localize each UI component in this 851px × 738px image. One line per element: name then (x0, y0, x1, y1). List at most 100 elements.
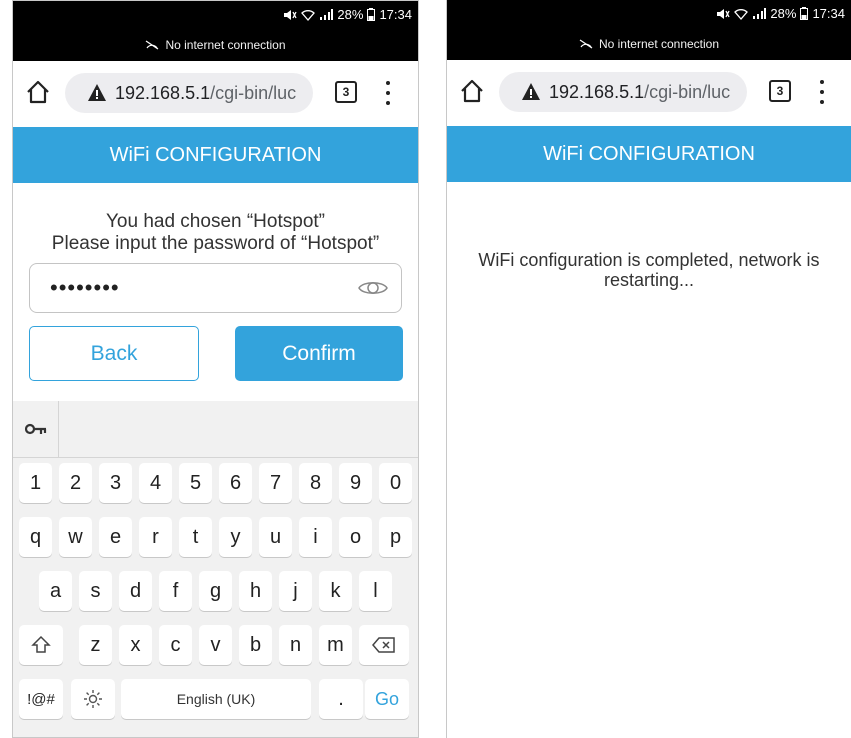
backspace-key[interactable] (359, 625, 409, 665)
signal-icon (320, 8, 334, 20)
no-connection-icon (146, 40, 159, 50)
key-r[interactable]: r (139, 517, 172, 557)
key-k[interactable]: k (319, 571, 352, 611)
settings-key[interactable] (71, 679, 115, 719)
key-x[interactable]: x (119, 625, 152, 665)
keyboard-toolbar (13, 401, 418, 458)
key-s[interactable]: s (79, 571, 112, 611)
battery-icon (800, 7, 809, 20)
url-text: 192.168.5.1/cgi-bin/luc (115, 83, 296, 104)
warning-icon[interactable] (87, 83, 107, 103)
no-internet-text: No internet connection (598, 37, 720, 51)
url-path: /cgi-bin/luc (644, 81, 731, 102)
phone-screen-password: 28% 17:34 No internet connection 192.168… (12, 0, 419, 738)
browser-toolbar: 192.168.5.1/cgi-bin/luc 3 (13, 61, 418, 127)
tab-switcher-button[interactable]: 3 (769, 80, 791, 102)
url-host: 192.168.5.1 (115, 82, 211, 103)
key-c[interactable]: c (159, 625, 192, 665)
key-8[interactable]: 8 (299, 463, 332, 503)
key-a[interactable]: a (39, 571, 72, 611)
battery-percent: 28% (770, 6, 797, 21)
shift-key[interactable] (19, 625, 63, 665)
warning-icon[interactable] (521, 82, 541, 102)
key-d[interactable]: d (119, 571, 152, 611)
wifi-icon (301, 9, 316, 21)
no-connection-icon (579, 39, 593, 49)
url-host: 192.168.5.1 (549, 81, 645, 102)
key-t[interactable]: t (179, 517, 212, 557)
key-n[interactable]: n (279, 625, 312, 665)
key-v[interactable]: v (199, 625, 232, 665)
url-path: /cgi-bin/luc (210, 82, 297, 103)
phone-screen-completed: 28% 17:34 No internet connection 192.168… (446, 0, 851, 738)
key-4[interactable]: 4 (139, 463, 172, 503)
mute-icon (284, 9, 298, 20)
status-bar: 28% 17:34 No internet connection (447, 0, 851, 60)
chosen-network-text: You had chosen “Hotspot” Please input th… (13, 211, 418, 255)
key-q[interactable]: q (19, 517, 52, 557)
key-i[interactable]: i (299, 517, 332, 557)
key-f[interactable]: f (159, 571, 192, 611)
key-y[interactable]: y (219, 517, 252, 557)
key-b[interactable]: b (239, 625, 272, 665)
key-w[interactable]: w (59, 517, 92, 557)
no-internet-notice: No internet connection (447, 37, 851, 51)
key-5[interactable]: 5 (179, 463, 212, 503)
tab-switcher-button[interactable]: 3 (335, 81, 357, 103)
key-j[interactable]: j (279, 571, 312, 611)
key-7[interactable]: 7 (259, 463, 292, 503)
key-p[interactable]: p (379, 517, 412, 557)
gear-icon (84, 690, 102, 708)
more-menu-icon[interactable] (385, 81, 391, 105)
chosen-line-2: Please input the password of “Hotspot” (51, 233, 380, 254)
key-9[interactable]: 9 (339, 463, 372, 503)
home-icon[interactable] (25, 79, 51, 105)
page-title: WiFi CONFIGURATION (13, 127, 418, 183)
status-time: 17:34 (812, 6, 845, 21)
browser-toolbar: 192.168.5.1/cgi-bin/luc 3 (447, 60, 851, 126)
status-bar: 28% 17:34 No internet connection (13, 1, 418, 61)
key-6[interactable]: 6 (219, 463, 252, 503)
home-icon[interactable] (459, 78, 485, 104)
more-menu-icon[interactable] (819, 80, 825, 104)
symbols-key[interactable]: !@# (19, 679, 63, 719)
address-bar[interactable]: 192.168.5.1/cgi-bin/luc (499, 72, 747, 112)
status-icons: 28% 17:34 (283, 7, 412, 22)
status-time: 17:34 (379, 7, 412, 22)
key-icon[interactable] (13, 401, 59, 457)
key-m[interactable]: m (319, 625, 352, 665)
space-key[interactable]: English (UK) (121, 679, 311, 719)
signal-icon (753, 7, 767, 19)
chosen-line-1: You had chosen “Hotspot” (105, 211, 325, 232)
mute-icon (717, 8, 731, 19)
password-input[interactable]: •••••••• (29, 263, 402, 313)
key-l[interactable]: l (359, 571, 392, 611)
key-1[interactable]: 1 (19, 463, 52, 503)
no-internet-notice: No internet connection (13, 38, 418, 52)
key-3[interactable]: 3 (99, 463, 132, 503)
battery-percent: 28% (337, 7, 364, 22)
confirm-button[interactable]: Confirm (235, 326, 403, 381)
address-bar[interactable]: 192.168.5.1/cgi-bin/luc (65, 73, 313, 113)
key-2[interactable]: 2 (59, 463, 92, 503)
shift-icon (31, 635, 51, 653)
show-password-eye-icon[interactable] (357, 277, 389, 299)
key-h[interactable]: h (239, 571, 272, 611)
completion-message: WiFi configuration is completed, network… (447, 250, 851, 290)
url-text: 192.168.5.1/cgi-bin/luc (549, 82, 730, 103)
key-o[interactable]: o (339, 517, 372, 557)
go-key[interactable]: Go (365, 679, 409, 719)
key-e[interactable]: e (99, 517, 132, 557)
key-u[interactable]: u (259, 517, 292, 557)
period-key[interactable]: . (319, 679, 363, 719)
battery-icon (367, 8, 376, 21)
key-g[interactable]: g (199, 571, 232, 611)
back-button[interactable]: Back (29, 326, 199, 381)
key-0[interactable]: 0 (379, 463, 412, 503)
completion-line-1: WiFi configuration is completed, network… (478, 250, 820, 270)
on-screen-keyboard: 1 2 3 4 5 6 7 8 9 0 q w e r t y u i o p a s d f g h j k l z x c v b n m !@# E… (13, 401, 418, 737)
wifi-icon (734, 8, 749, 20)
backspace-icon (372, 637, 395, 653)
page-title: WiFi CONFIGURATION (447, 126, 851, 182)
key-z[interactable]: z (79, 625, 112, 665)
